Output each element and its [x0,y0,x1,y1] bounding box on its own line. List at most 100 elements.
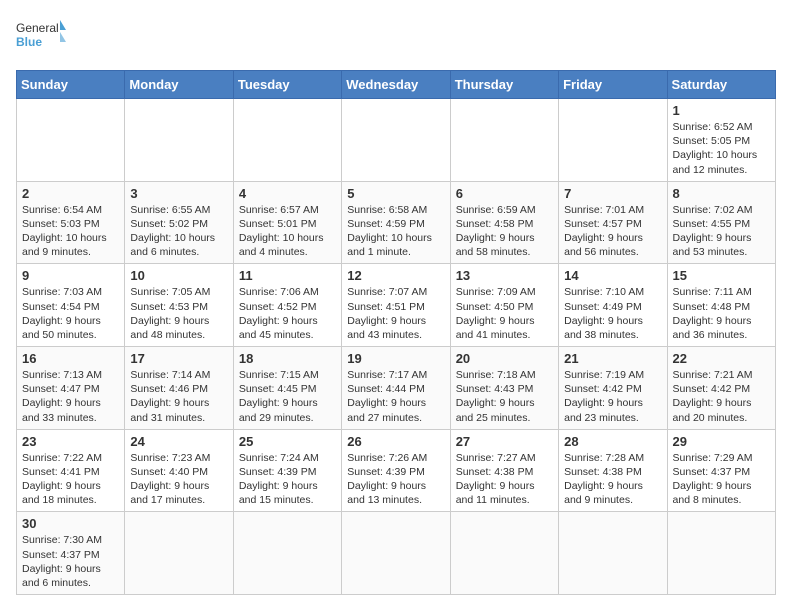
day-info: Sunrise: 7:27 AM Sunset: 4:38 PM Dayligh… [456,451,553,508]
logo: General Blue [16,16,66,58]
calendar-week-row: 1 Sunrise: 6:52 AM Sunset: 5:05 PM Daylig… [17,99,776,182]
calendar-cell: 23Sunrise: 7:22 AM Sunset: 4:41 PM Dayli… [17,429,125,512]
calendar-cell [125,99,233,182]
calendar-cell [450,99,558,182]
day-info: Sunrise: 7:01 AM Sunset: 4:57 PM Dayligh… [564,203,661,260]
calendar-cell: 19 Sunrise: 7:17 AM Sunset: 4:44 PM Dayli… [342,347,450,430]
calendar-cell: 5 Sunrise: 6:58 AM Sunset: 4:59 PM Daylig… [342,181,450,264]
calendar-cell [342,512,450,595]
calendar-cell: 21 Sunrise: 7:19 AM Sunset: 4:42 PM Dayli… [559,347,667,430]
day-info: Sunrise: 7:05 AM Sunset: 4:53 PM Dayligh… [130,285,227,342]
calendar-week-row: 16 Sunrise: 7:13 AM Sunset: 4:47 PM Dayli… [17,347,776,430]
calendar-cell [559,512,667,595]
svg-text:Blue: Blue [16,35,42,49]
day-info: Sunrise: 6:55 AM Sunset: 5:02 PM Dayligh… [130,203,227,260]
calendar-cell: 10 Sunrise: 7:05 AM Sunset: 4:53 PM Dayli… [125,264,233,347]
calendar-week-row: 23Sunrise: 7:22 AM Sunset: 4:41 PM Dayli… [17,429,776,512]
day-number: 26 [347,434,444,449]
calendar-week-row: 9Sunrise: 7:03 AM Sunset: 4:54 PM Daylig… [17,264,776,347]
calendar-cell [559,99,667,182]
day-info: Sunrise: 7:14 AM Sunset: 4:46 PM Dayligh… [130,368,227,425]
day-number: 3 [130,186,227,201]
day-number: 24 [130,434,227,449]
svg-text:General: General [16,21,59,35]
day-number: 1 [673,103,770,118]
day-number: 5 [347,186,444,201]
day-number: 4 [239,186,336,201]
calendar-cell [450,512,558,595]
day-number: 20 [456,351,553,366]
day-info: Sunrise: 7:28 AM Sunset: 4:38 PM Dayligh… [564,451,661,508]
day-info: Sunrise: 7:23 AM Sunset: 4:40 PM Dayligh… [130,451,227,508]
day-info: Sunrise: 7:13 AM Sunset: 4:47 PM Dayligh… [22,368,119,425]
day-info: Sunrise: 7:29 AM Sunset: 4:37 PM Dayligh… [673,451,770,508]
logo-svg: General Blue [16,16,66,58]
day-number: 21 [564,351,661,366]
calendar-cell: 16 Sunrise: 7:13 AM Sunset: 4:47 PM Dayli… [17,347,125,430]
calendar-cell [667,512,775,595]
calendar-cell [342,99,450,182]
day-info: Sunrise: 7:24 AM Sunset: 4:39 PM Dayligh… [239,451,336,508]
day-info: Sunrise: 7:18 AM Sunset: 4:43 PM Dayligh… [456,368,553,425]
day-number: 16 [22,351,119,366]
day-info: Sunrise: 7:02 AM Sunset: 4:55 PM Dayligh… [673,203,770,260]
calendar-cell: 29 Sunrise: 7:29 AM Sunset: 4:37 PM Dayli… [667,429,775,512]
day-info: Sunrise: 6:54 AM Sunset: 5:03 PM Dayligh… [22,203,119,260]
day-info: Sunrise: 7:11 AM Sunset: 4:48 PM Dayligh… [673,285,770,342]
day-number: 10 [130,268,227,283]
calendar-cell: 30Sunrise: 7:30 AM Sunset: 4:37 PM Dayli… [17,512,125,595]
calendar-cell: 6 Sunrise: 6:59 AM Sunset: 4:58 PM Daylig… [450,181,558,264]
day-info: Sunrise: 7:17 AM Sunset: 4:44 PM Dayligh… [347,368,444,425]
calendar-cell [125,512,233,595]
day-number: 29 [673,434,770,449]
day-info: Sunrise: 6:57 AM Sunset: 5:01 PM Dayligh… [239,203,336,260]
day-number: 28 [564,434,661,449]
calendar-cell: 24 Sunrise: 7:23 AM Sunset: 4:40 PM Dayli… [125,429,233,512]
day-number: 17 [130,351,227,366]
day-info: Sunrise: 7:09 AM Sunset: 4:50 PM Dayligh… [456,285,553,342]
calendar-cell: 27 Sunrise: 7:27 AM Sunset: 4:38 PM Dayli… [450,429,558,512]
calendar-cell: 22 Sunrise: 7:21 AM Sunset: 4:42 PM Dayli… [667,347,775,430]
page-header: General Blue [16,16,776,58]
calendar-cell: 1 Sunrise: 6:52 AM Sunset: 5:05 PM Daylig… [667,99,775,182]
calendar-cell: 14Sunrise: 7:10 AM Sunset: 4:49 PM Dayli… [559,264,667,347]
calendar-week-row: 2Sunrise: 6:54 AM Sunset: 5:03 PM Daylig… [17,181,776,264]
day-info: Sunrise: 7:19 AM Sunset: 4:42 PM Dayligh… [564,368,661,425]
calendar-cell [17,99,125,182]
calendar-cell: 8 Sunrise: 7:02 AM Sunset: 4:55 PM Daylig… [667,181,775,264]
calendar: SundayMondayTuesdayWednesdayThursdayFrid… [16,70,776,595]
day-number: 6 [456,186,553,201]
calendar-cell: 9Sunrise: 7:03 AM Sunset: 4:54 PM Daylig… [17,264,125,347]
day-info: Sunrise: 6:59 AM Sunset: 4:58 PM Dayligh… [456,203,553,260]
calendar-cell: 13 Sunrise: 7:09 AM Sunset: 4:50 PM Dayli… [450,264,558,347]
day-of-week-header: Wednesday [342,71,450,99]
calendar-cell: 3 Sunrise: 6:55 AM Sunset: 5:02 PM Daylig… [125,181,233,264]
calendar-cell: 28 Sunrise: 7:28 AM Sunset: 4:38 PM Dayli… [559,429,667,512]
day-number: 19 [347,351,444,366]
calendar-cell: 2Sunrise: 6:54 AM Sunset: 5:03 PM Daylig… [17,181,125,264]
day-number: 12 [347,268,444,283]
calendar-cell: 17 Sunrise: 7:14 AM Sunset: 4:46 PM Dayli… [125,347,233,430]
day-info: Sunrise: 7:21 AM Sunset: 4:42 PM Dayligh… [673,368,770,425]
calendar-cell: 20 Sunrise: 7:18 AM Sunset: 4:43 PM Dayli… [450,347,558,430]
day-number: 23 [22,434,119,449]
day-number: 27 [456,434,553,449]
day-number: 13 [456,268,553,283]
day-info: Sunrise: 7:07 AM Sunset: 4:51 PM Dayligh… [347,285,444,342]
calendar-week-row: 30Sunrise: 7:30 AM Sunset: 4:37 PM Dayli… [17,512,776,595]
day-number: 11 [239,268,336,283]
day-number: 8 [673,186,770,201]
day-info: Sunrise: 7:10 AM Sunset: 4:49 PM Dayligh… [564,285,661,342]
calendar-cell [233,512,341,595]
day-of-week-header: Thursday [450,71,558,99]
day-number: 18 [239,351,336,366]
calendar-cell: 15Sunrise: 7:11 AM Sunset: 4:48 PM Dayli… [667,264,775,347]
day-info: Sunrise: 6:52 AM Sunset: 5:05 PM Dayligh… [673,120,770,177]
calendar-cell: 7Sunrise: 7:01 AM Sunset: 4:57 PM Daylig… [559,181,667,264]
day-of-week-header: Saturday [667,71,775,99]
calendar-cell: 4 Sunrise: 6:57 AM Sunset: 5:01 PM Daylig… [233,181,341,264]
day-number: 22 [673,351,770,366]
calendar-cell: 12 Sunrise: 7:07 AM Sunset: 4:51 PM Dayli… [342,264,450,347]
calendar-header-row: SundayMondayTuesdayWednesdayThursdayFrid… [17,71,776,99]
day-info: Sunrise: 6:58 AM Sunset: 4:59 PM Dayligh… [347,203,444,260]
